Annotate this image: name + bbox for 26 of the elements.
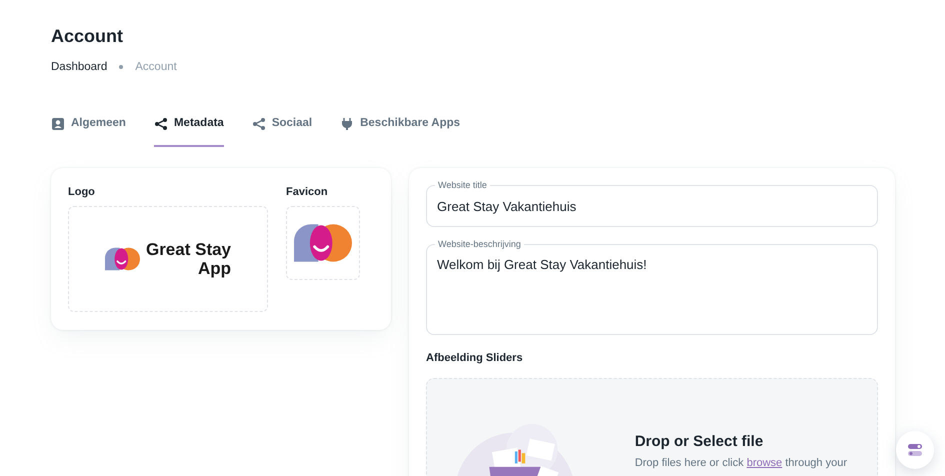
logo-dropzone[interactable]: Great Stay App	[68, 206, 268, 312]
dropzone-title: Drop or Select file	[634, 433, 764, 451]
section-label: Afbeelding Sliders	[426, 352, 524, 364]
favicon-dropzone[interactable]	[286, 206, 360, 280]
logo-text: Great Stay App	[146, 240, 232, 278]
breadcrumb-item: Account	[135, 61, 177, 73]
toggles-icon	[907, 442, 923, 458]
logo-label: Logo	[68, 186, 96, 198]
tab[interactable]: Sociaal	[252, 111, 312, 147]
browse-link[interactable]: browse	[746, 457, 782, 469]
tab[interactable]: Algemeen	[51, 111, 126, 147]
upload-dropzone[interactable]: Drop or Select file Drop files here or click browse through your	[426, 378, 878, 476]
brand-mark	[294, 224, 352, 262]
profile-icon	[51, 117, 65, 131]
tab[interactable]: Metadata	[154, 111, 224, 147]
plug-icon	[340, 117, 354, 131]
tab[interactable]: Beschikbare Apps	[340, 111, 460, 147]
favicon-label: Favicon	[286, 186, 329, 198]
separator-dot	[119, 65, 124, 69]
page-title: Account	[51, 26, 124, 47]
breadcrumb-item[interactable]: Dashboard	[51, 61, 108, 73]
settings-button[interactable]	[896, 431, 934, 469]
share-icon	[154, 117, 168, 131]
dropzone-hint: Drop files here or click browse through your	[634, 457, 847, 469]
brand-mark	[104, 248, 140, 270]
share-icon	[252, 117, 266, 131]
